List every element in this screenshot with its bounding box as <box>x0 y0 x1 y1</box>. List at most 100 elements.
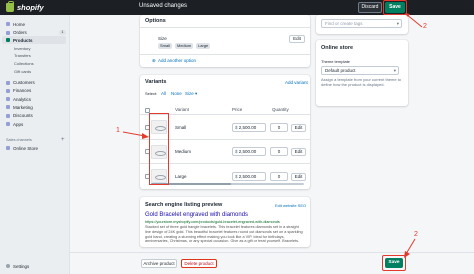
home-icon <box>6 22 10 26</box>
variant-name[interactable]: Medium <box>175 149 191 154</box>
finances-icon <box>6 88 10 93</box>
annotation-number-2-bottom: 2 <box>414 231 418 238</box>
currency-symbol: $ <box>235 174 238 179</box>
sidebar-item-analytics[interactable]: Analytics <box>6 96 31 102</box>
select-none-link[interactable]: None <box>171 91 182 96</box>
theme-template-help: Assign a template from your current them… <box>321 77 402 87</box>
variant-quantity-input[interactable]: 0 <box>270 147 288 156</box>
select-label: Select: <box>145 91 158 96</box>
archive-product-button[interactable]: Archive product <box>141 259 177 268</box>
column-header-quantity: Quantity <box>272 107 289 112</box>
edit-variant-button[interactable]: Edit <box>291 172 306 181</box>
select-size-dropdown[interactable]: Size ▾ <box>185 91 197 97</box>
sidebar-item-label: Apps <box>13 121 24 127</box>
tags-input-placeholder: Find or create tags <box>325 21 363 26</box>
edit-variant-button[interactable]: Edit <box>291 147 306 156</box>
shopify-logo[interactable]: shopify <box>6 1 44 13</box>
discard-button[interactable]: Discard <box>358 2 382 13</box>
theme-template-select[interactable]: Default product <box>321 66 399 75</box>
annotation-arrow-1 <box>122 131 149 139</box>
sidebar-item-label: Analytics <box>13 96 32 102</box>
variant-price-input[interactable]: $ 2,500.00 <box>232 147 266 156</box>
price-value: 2,500.00 <box>238 125 257 130</box>
options-card-title: Options <box>145 18 166 24</box>
column-header-variant: Variant <box>175 107 189 112</box>
sidebar-item-settings[interactable]: Settings <box>6 263 29 269</box>
seo-preview-title: Gold Bracelet engraved with diamonds <box>145 212 249 218</box>
annotation-number-1: 1 <box>116 127 120 134</box>
column-header-price: Price <box>232 107 243 112</box>
sidebar-item-home[interactable]: Home <box>6 21 25 27</box>
customers-icon <box>6 80 10 85</box>
variant-name[interactable]: Large <box>175 174 187 179</box>
sidebar-subitem-inventory[interactable]: Inventory <box>14 46 30 51</box>
sidebar-item-label: Marketing <box>13 104 33 110</box>
variant-quantity-input[interactable]: 0 <box>270 172 288 181</box>
discounts-icon <box>6 113 10 118</box>
orders-icon <box>6 30 10 35</box>
products-icon <box>6 38 10 42</box>
currency-symbol: $ <box>235 125 238 130</box>
sidebar-item-label: Customers <box>13 80 35 85</box>
variant-price-input[interactable]: $ 2,500.00 <box>232 172 266 181</box>
option-value-chip: Medium <box>175 43 194 49</box>
option-value-chip: Small <box>158 43 173 49</box>
sidebar-item-discounts[interactable]: Discounts <box>6 113 33 119</box>
analytics-icon <box>6 97 10 101</box>
currency-symbol: $ <box>235 149 238 154</box>
sidebar-item-label: Products <box>13 37 33 43</box>
sales-channels-heading: Sales channels <box>6 138 32 142</box>
apps-icon <box>6 122 10 126</box>
theme-template-value: Default product <box>325 68 356 73</box>
sidebar-item-label: Orders <box>13 30 27 35</box>
add-variant-link[interactable]: Add variant <box>285 80 308 85</box>
sidebar-subitem-collections[interactable]: Collections <box>14 61 34 66</box>
sidebar-item-finances[interactable]: Finances <box>6 88 31 94</box>
divider <box>140 54 310 55</box>
price-value: 2,500.00 <box>238 174 257 179</box>
annotation-highlight-variant-images <box>149 113 169 185</box>
sidebar-item-marketing[interactable]: Marketing <box>6 104 33 110</box>
sidebar-item-label: Home <box>13 21 26 27</box>
edit-variant-button[interactable]: Edit <box>291 123 306 132</box>
divider <box>140 27 310 28</box>
sidebar-subitem-gift-cards[interactable]: Gift cards <box>14 69 31 74</box>
unsaved-changes-label: Unsaved changes <box>139 3 188 9</box>
marketing-icon <box>6 105 10 109</box>
sidebar-item-label: Finances <box>13 88 32 93</box>
option-name: Size <box>158 36 167 41</box>
online-store-title: Online store <box>321 45 354 51</box>
sidebar-subitem-transfers[interactable]: Transfers <box>14 53 31 58</box>
sidebar-item-online-store[interactable]: Online Store <box>6 145 38 151</box>
price-value: 2,500.00 <box>238 149 257 154</box>
sidebar-item-orders[interactable]: Orders <box>6 30 27 36</box>
variant-name[interactable]: Small <box>175 125 186 130</box>
variants-card-title: Variants <box>145 79 167 85</box>
variant-price-input[interactable]: $ 2,500.00 <box>232 123 266 132</box>
sidebar-item-products[interactable]: Products <box>6 37 33 43</box>
annotation-arrow-bottom <box>404 238 416 258</box>
tags-search-input[interactable]: Find or create tags <box>321 19 402 28</box>
sidebar-item-label: Settings <box>13 263 30 269</box>
add-option-plus-icon: ⊕ <box>152 58 156 63</box>
settings-gear-icon <box>6 264 10 268</box>
add-sales-channel-button[interactable]: + <box>61 137 65 143</box>
edit-option-button[interactable]: Edit <box>289 35 305 43</box>
theme-template-label: Theme template <box>321 59 350 64</box>
online-store-icon <box>6 146 10 150</box>
brand-name: shopify <box>17 3 44 12</box>
variant-quantity-input[interactable]: 0 <box>270 123 288 132</box>
select-all-link[interactable]: All <box>161 91 166 96</box>
add-another-option-link[interactable]: Add another option <box>158 58 196 63</box>
edit-website-seo-link[interactable]: Edit website SEO <box>275 203 306 208</box>
sidebar-item-label: Online Store <box>13 145 39 151</box>
delete-product-button[interactable]: Delete product <box>181 259 217 268</box>
sidebar-item-label: Discounts <box>13 113 33 118</box>
orders-count-badge: 1 <box>59 30 66 35</box>
seo-preview-description: Stacked set of three gold bangle bracele… <box>145 225 303 244</box>
option-value-chip: Large <box>196 43 211 49</box>
seo-preview-url: https://yourstore.myshopify.com/products… <box>145 220 280 224</box>
sidebar-item-apps[interactable]: Apps <box>6 121 23 127</box>
sidebar-item-customers[interactable]: Customers <box>6 80 35 86</box>
shopify-bag-icon <box>6 1 14 12</box>
